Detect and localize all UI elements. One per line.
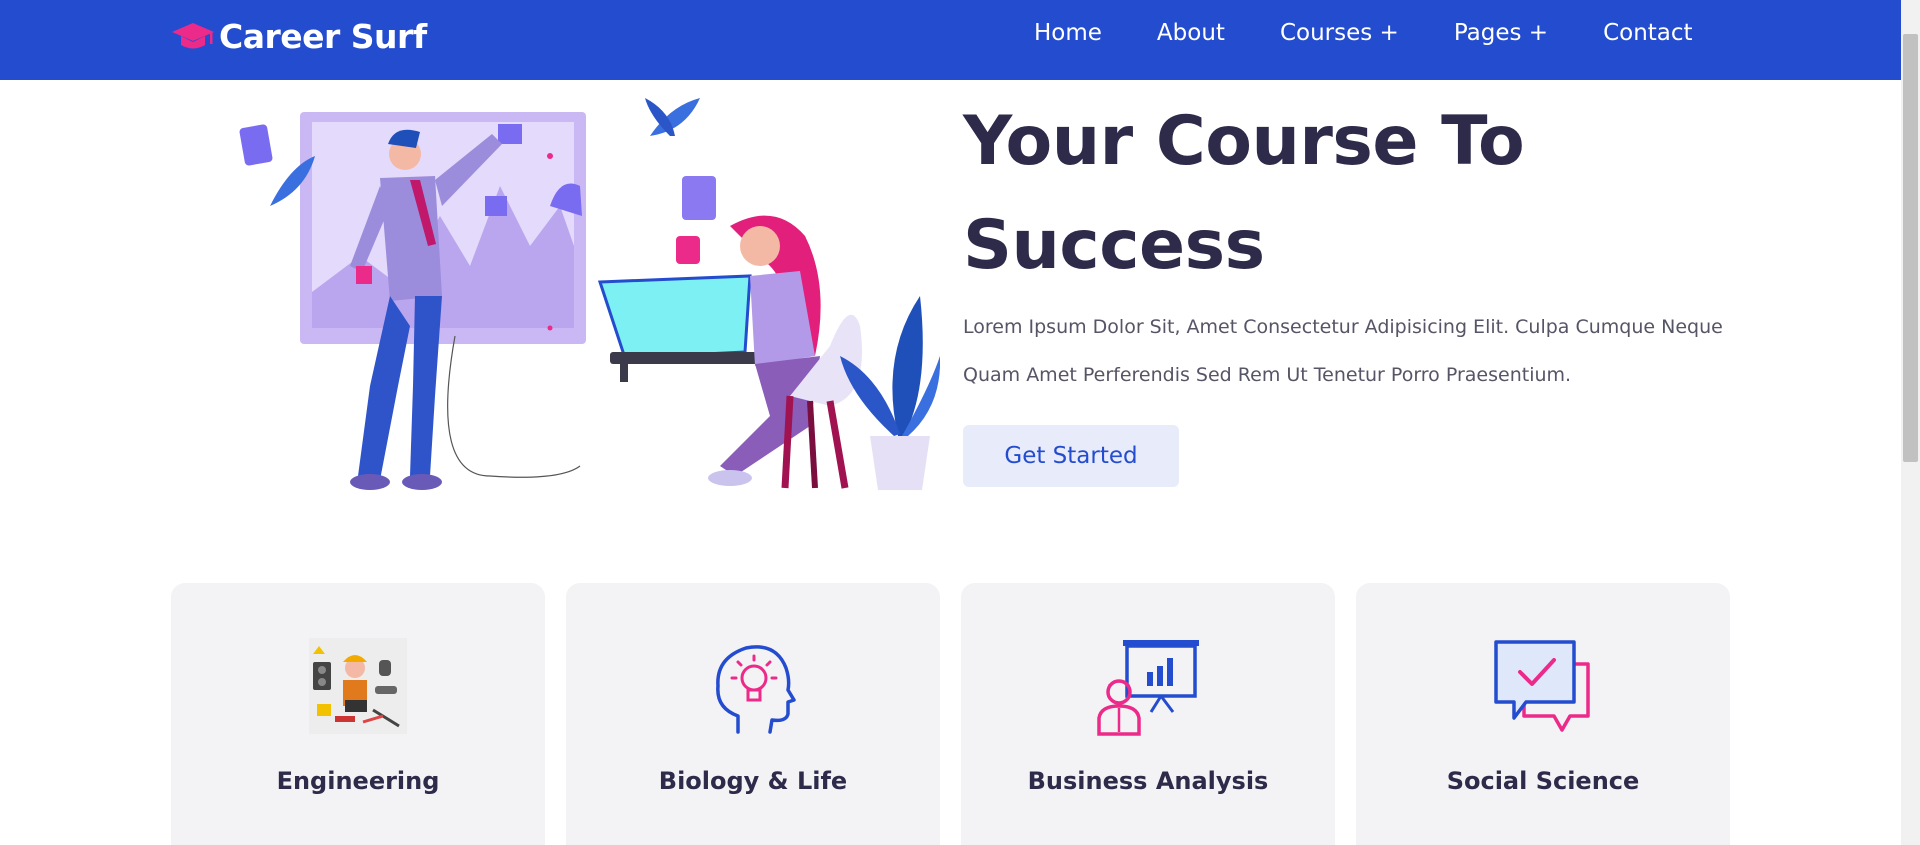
nav-pages[interactable]: Pages +	[1454, 20, 1548, 46]
get-started-button[interactable]: Get Started	[963, 425, 1179, 487]
hero-title: Your Course To Success	[963, 102, 1525, 285]
chat-bubbles-check-icon	[1494, 640, 1590, 732]
main-nav: Home About Courses + Pages + Contact	[1034, 20, 1693, 46]
scrollbar-thumb[interactable]	[1903, 34, 1918, 462]
category-title: Business Analysis	[1027, 767, 1269, 795]
category-card-social[interactable]: Social Science	[1356, 583, 1730, 845]
nav-about[interactable]: About	[1157, 20, 1225, 46]
presentation-chart-icon	[1097, 640, 1199, 736]
people-working-illustration	[239, 98, 940, 490]
category-title: Social Science	[1446, 767, 1640, 795]
engineering-tools-icon	[309, 638, 407, 734]
nav-contact[interactable]: Contact	[1603, 20, 1692, 46]
category-card-biology[interactable]: Biology & Life	[566, 583, 940, 845]
category-cards: Engineering Biology & Life Business Anal…	[171, 583, 1730, 845]
nav-home[interactable]: Home	[1034, 20, 1102, 46]
nav-courses[interactable]: Courses +	[1280, 20, 1399, 46]
category-title: Engineering	[276, 767, 440, 795]
head-lightbulb-icon	[716, 645, 796, 734]
hero-description: Lorem Ipsum Dolor Sit, Amet Consectetur …	[963, 316, 1723, 386]
page-scrollbar[interactable]	[1901, 0, 1920, 845]
top-navbar: Career Surf Home About Courses + Pages +…	[0, 0, 1901, 80]
category-title: Biology & Life	[658, 767, 848, 795]
brand-name: Career Surf	[219, 16, 427, 56]
category-card-engineering[interactable]: Engineering	[171, 583, 545, 845]
brand-logo[interactable]: Career Surf	[171, 14, 427, 58]
category-card-business[interactable]: Business Analysis	[961, 583, 1335, 845]
graduation-cap-icon	[172, 23, 214, 49]
